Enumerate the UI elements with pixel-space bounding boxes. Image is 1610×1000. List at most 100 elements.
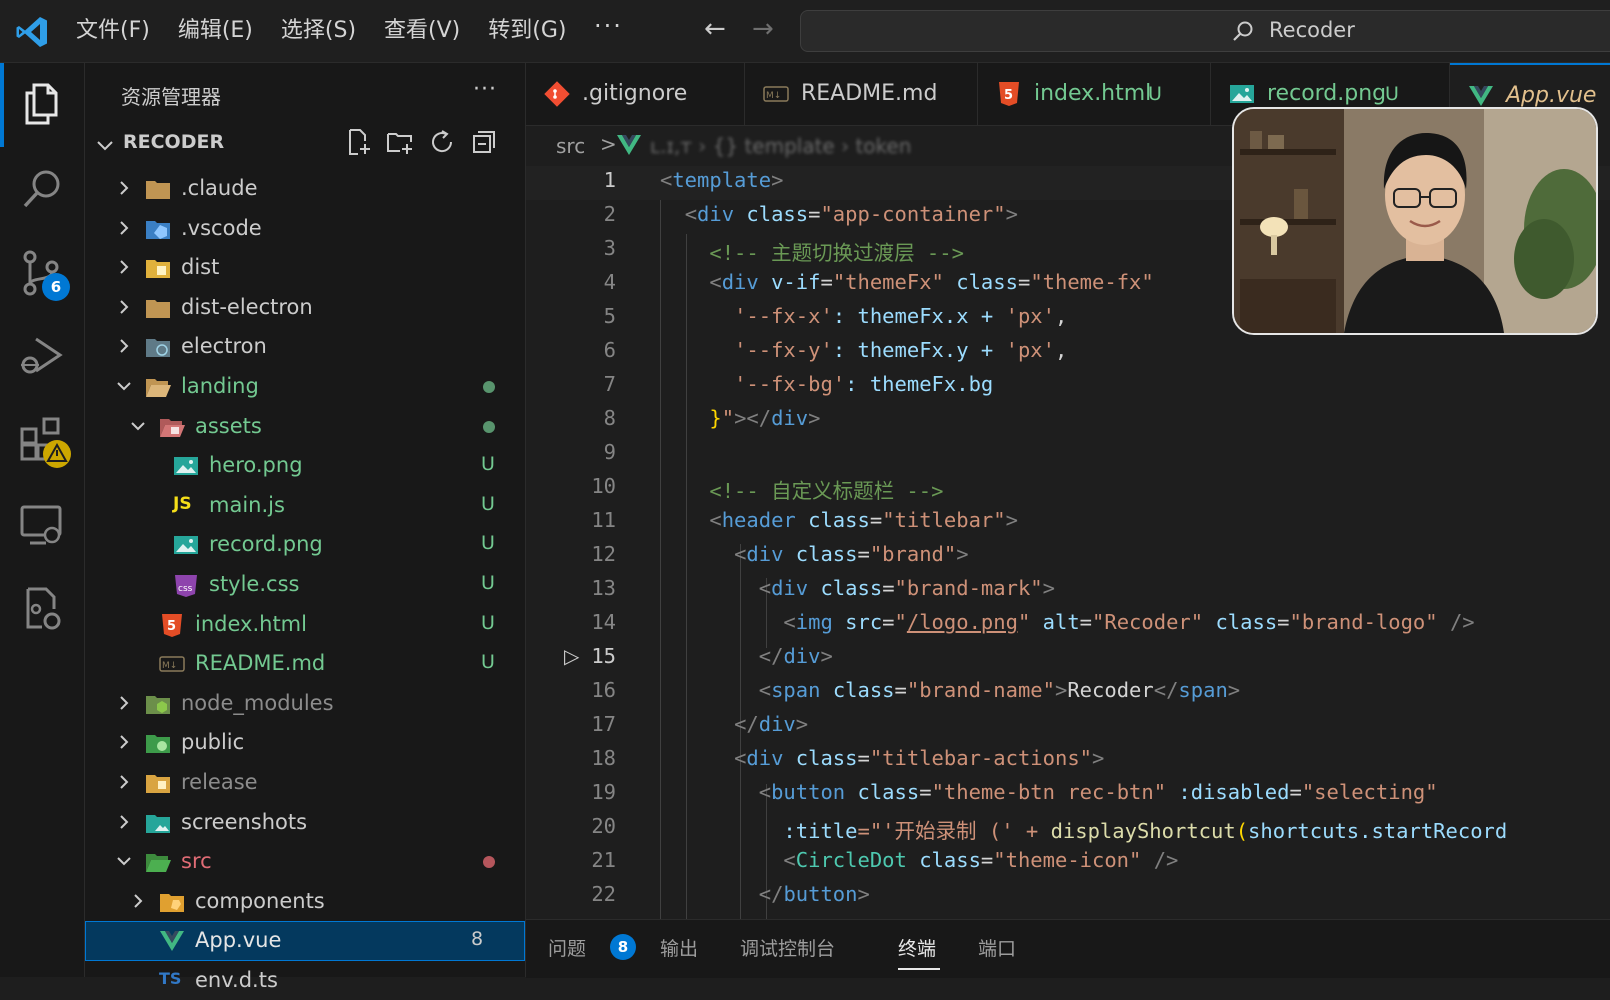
tree-item-env-d-ts[interactable]: TS env.d.ts [85,961,525,1000]
tab-index-html[interactable]: 5 index.html U [978,63,1211,125]
line-number: 9 [603,440,616,464]
chevron-right-icon [120,814,129,829]
collapse-all-icon[interactable] [469,127,499,157]
chevron-right-icon [120,775,129,789]
chevron-down-icon[interactable] [95,135,115,155]
html-file-icon: 5 [162,613,182,637]
breadcrumb-separator: > [600,132,617,156]
tree-item-label: dist [181,255,220,280]
tree-item-record-png[interactable]: record.png U [85,525,525,565]
tree-item-release[interactable]: release [85,763,525,803]
arrow-right-icon[interactable]: → [752,14,774,44]
search-text: Recoder [1269,18,1355,42]
menu-file[interactable]: 文件(F) [76,15,150,47]
remote-explorer-icon[interactable] [18,501,66,549]
tree-item-components[interactable]: components [85,882,525,922]
tab-problems[interactable]: 问题 [548,934,586,961]
line-number: 14 [591,610,616,634]
tree-item-dist[interactable]: dist [85,248,525,288]
tree-item-src[interactable]: src [85,842,525,882]
code-text: <!-- 主题切换过渡层 --> [709,241,964,265]
code-text: '--fx-y': themeFx.y + 'px', [734,338,1068,362]
tree-item-hero-png[interactable]: hero.png U [85,446,525,486]
code-line: 15 </div> [526,642,1610,676]
line-number: 5 [603,304,616,328]
code-text: <div v-if="themeFx" class="theme-fx" [709,270,1154,294]
release-folder-icon [146,774,170,793]
tree-item-landing[interactable]: landing [85,367,525,407]
tab-git-status: U [1148,83,1162,105]
line-number: 11 [591,508,616,532]
tree-item-public[interactable]: public [85,723,525,763]
tree-item-assets[interactable]: assets [85,407,525,447]
tree-item-app-vue[interactable]: App.vue 8 [85,921,525,961]
breadcrumb-folder[interactable]: src [556,134,585,158]
tree-item-dist-electron[interactable]: dist-electron [85,288,525,328]
run-debug-icon[interactable] [18,331,66,379]
settings-sync-icon[interactable] [18,585,66,633]
tab-terminal[interactable]: 终端 [898,934,936,961]
folder-icon [146,181,170,199]
menu-view[interactable]: 查看(V) [384,15,460,47]
breadcrumb-symbols[interactable]: ʟ.ɪ,ᴛ › {} template › token [650,134,911,158]
code-line: 10 <!-- 自定义标题栏 --> [526,472,1610,506]
problems-badge: 8 [610,934,636,960]
code-text: <button class="theme-btn rec-btn" :disab… [758,780,1438,804]
arrow-left-icon[interactable]: ← [704,14,726,44]
explorer-icon[interactable] [18,79,66,127]
code-line: 21 <CircleDot class="theme-icon" /> [526,846,1610,880]
menu-more-button[interactable]: ··· [594,12,623,40]
line-number: 12 [591,542,616,566]
code-text: </div> [758,644,833,668]
code-line: 14 <img src="/logo.png" alt="Recoder" cl… [526,608,1610,642]
images-folder-icon [146,814,170,833]
svg-text:5: 5 [1004,88,1013,103]
line-number: 8 [603,406,616,430]
tree-item-main-js[interactable]: JS main.js U [85,486,525,526]
tree-item-label: public [181,730,245,755]
explorer-sidebar: 资源管理器 ··· RECODER .claude .vscode dist d… [85,63,526,992]
tree-item-index-html[interactable]: 5 index.html U [85,605,525,645]
code-text: <div class="titlebar-actions"> [734,746,1105,770]
tree-item-readme-md[interactable]: M↓ README.md U [85,644,525,684]
git-status-untracked: U [481,571,495,594]
search-icon [1233,21,1253,41]
tree-item-vscode[interactable]: .vscode [85,209,525,249]
vscode-folder-icon [146,220,170,239]
chevron-right-icon [120,735,129,750]
new-file-icon[interactable] [343,127,373,157]
code-text: }"></div> [709,406,821,430]
menu-go[interactable]: 转到(G) [488,15,566,47]
git-icon [544,81,570,107]
sidebar-more-button[interactable]: ··· [473,77,497,102]
chevron-down-icon [117,857,131,866]
line-number: 15 [591,644,616,668]
menu-edit[interactable]: 编辑(E) [178,15,253,47]
tree-item-electron[interactable]: electron [85,327,525,367]
menu-selection[interactable]: 选择(S) [281,15,356,47]
tree-item-screenshots[interactable]: screenshots [85,803,525,843]
new-folder-icon[interactable] [385,127,415,157]
tab-output[interactable]: 输出 [660,934,698,961]
svg-text:5: 5 [167,619,176,634]
tree-item-style-css[interactable]: css style.css U [85,565,525,605]
javascript-file-icon: JS [173,493,192,514]
tab-ports[interactable]: 端口 [978,934,1016,961]
tab-readme[interactable]: M↓ README.md [745,63,978,125]
vue-file-icon [617,135,641,155]
active-indicator [0,63,4,147]
git-status-untracked: U [481,492,495,515]
tree-item-node-modules[interactable]: node_modules [85,684,525,724]
tree-item-claude[interactable]: .claude [85,169,525,209]
workspace-root[interactable]: RECODER [123,131,224,153]
tab-gitignore[interactable]: .gitignore [526,63,745,125]
chevron-right-icon [120,260,129,274]
command-center-search[interactable]: Recoder [800,10,1610,52]
typescript-file-icon: TS [159,968,182,988]
svg-text:css: css [178,584,193,594]
code-line: 20 :title="'开始录制 (' + displayShortcut(sh… [526,812,1610,846]
line-number: 16 [591,678,616,702]
refresh-icon[interactable] [427,127,457,157]
search-icon[interactable] [18,165,66,213]
tab-debug-console[interactable]: 调试控制台 [740,934,835,961]
